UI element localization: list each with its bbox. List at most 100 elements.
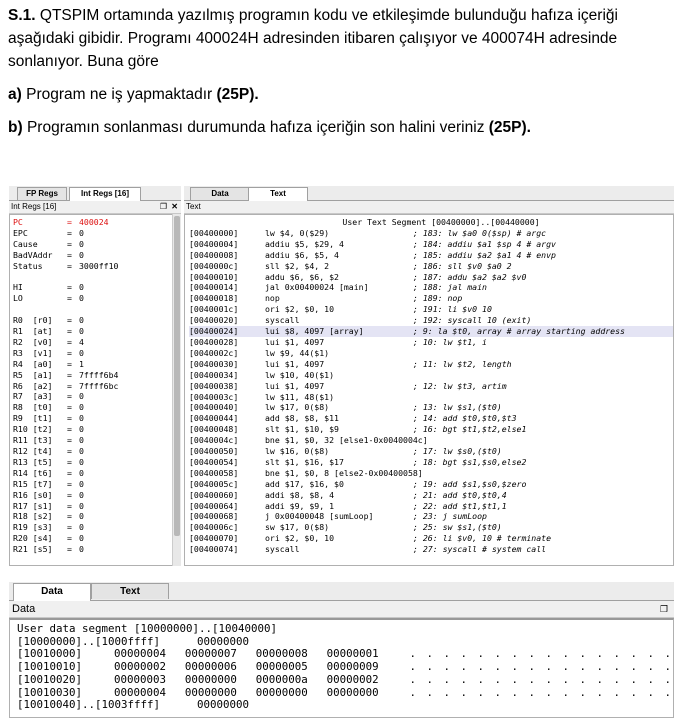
- register-row: HI = 0: [13, 282, 179, 293]
- tab-data-bottom[interactable]: Data: [13, 583, 91, 601]
- code-line[interactable]: [00400030] lui $1, 4097 ; 11: lw $t2, leng…: [189, 359, 673, 370]
- restore-icon[interactable]: ❐: [160, 201, 167, 213]
- code-comment: ; 16: bgt $t1,$t2,else1: [413, 424, 527, 435]
- code-line[interactable]: [00400040] lw $17, 0($8) ; 13: lw $s1,($t0…: [189, 402, 673, 413]
- register-equals: =: [67, 369, 72, 380]
- register-row: R19 [s3] = 0: [13, 522, 179, 533]
- code-instruction: ori $2, $0, 10: [265, 533, 335, 544]
- question-paragraph: S.1. QTSPIM ortamında yazılmış programın…: [8, 4, 673, 73]
- code-address: [00400034]: [189, 369, 239, 380]
- register-value: 0: [79, 249, 84, 260]
- register-equals: =: [67, 446, 72, 456]
- code-instruction: slt $1, $16, $17: [265, 456, 344, 467]
- data-value: 00000000: [255, 685, 308, 699]
- data-pane-title: Data ❐: [9, 601, 674, 618]
- code-line[interactable]: [00400060] addi $8, $8, 4 ; 21: add $t0,$t…: [189, 490, 673, 501]
- code-line[interactable]: [00400058] bne $1, $0, 8 [else2-0x0040005…: [189, 468, 673, 479]
- register-row: Status = 3000ff10: [13, 261, 179, 272]
- regs-pane-title: Int Regs [16] ❐ ✕: [9, 201, 181, 214]
- code-instruction: addiu $5, $29, 4: [265, 238, 344, 249]
- code-line[interactable]: [00400020] syscall ; 192: syscall 10 (exit…: [189, 315, 673, 326]
- code-instruction: addi $8, $8, 4: [265, 489, 335, 500]
- register-row: R6 [a2] = 7ffff6bc: [13, 381, 179, 392]
- code-address: [0040001c]: [189, 304, 239, 315]
- question-text: QTSPIM ortamında yazılmış programın kodu…: [8, 7, 618, 70]
- register-name: R3 [v1]: [13, 347, 53, 358]
- tab-fp-regs[interactable]: FP Regs: [17, 187, 67, 200]
- code-comment: ; 11: lw $t2, length: [413, 358, 512, 369]
- code-line[interactable]: [0040003c] lw $11, 48($1): [189, 392, 673, 403]
- code-address: [00400018]: [189, 293, 239, 304]
- code-instruction: add $8, $8, $11: [265, 413, 339, 424]
- part-b-text: Programın sonlanması durumunda hafıza iç…: [26, 119, 485, 136]
- code-comment: ; 19: add $s1,$s0,$zero: [413, 478, 527, 489]
- code-comment: ; 23: j sumLoop: [413, 511, 487, 522]
- register-equals: =: [67, 293, 72, 304]
- code-line[interactable]: [00400010] addu $6, $6, $2 ; 187: addu $a2…: [189, 272, 673, 283]
- register-name: LO: [13, 293, 23, 304]
- code-address: [0040002c]: [189, 347, 239, 358]
- code-line[interactable]: [00400008] addiu $6, $5, 4 ; 185: addiu $a…: [189, 250, 673, 261]
- register-row: R9 [t1] = 0: [13, 413, 179, 424]
- register-row: R13 [t5] = 0: [13, 457, 179, 468]
- code-instruction: lui $1, 4097: [265, 336, 325, 347]
- tab-text[interactable]: Text: [248, 187, 308, 202]
- register-equals: =: [67, 358, 72, 369]
- code-line[interactable]: [0040002c] lw $9, 44($1): [189, 348, 673, 359]
- code-line[interactable]: [00400000] lw $4, 0($29) ; 183: lw $a0 0($…: [189, 228, 673, 239]
- code-line[interactable]: [0040000c] sll $2, $4, 2 ; 186: sll $v0 $a…: [189, 261, 673, 272]
- code-comment: ; 18: bgt $s1,$s0,else2: [413, 456, 527, 467]
- code-line[interactable]: [00400068] j 0x00400048 [sumLoop] ; 23: j …: [189, 511, 673, 522]
- tab-data[interactable]: Data: [190, 187, 250, 200]
- restore-icon[interactable]: ❐: [660, 601, 668, 617]
- register-equals: =: [67, 478, 72, 489]
- register-value: 0: [79, 522, 84, 533]
- data-value: 00000002: [113, 660, 166, 674]
- regs-title: Int Regs [16]: [11, 202, 57, 211]
- code-line[interactable]: [00400034] lw $10, 40($1): [189, 370, 673, 381]
- regs-scrollbar[interactable]: [172, 214, 181, 566]
- code-comment: ; 27: syscall # system call: [413, 544, 547, 555]
- code-line[interactable]: [00400050] lw $16, 0($8) ; 17: lw $s0,($t0…: [189, 446, 673, 457]
- code-line[interactable]: [00400038] lui $1, 4097 ; 12: lw $t3, arti…: [189, 381, 673, 392]
- register-equals: =: [67, 413, 72, 424]
- register-row: [13, 272, 179, 283]
- code-line[interactable]: [0040004c] bne $1, $0, 32 [else1-0x004000…: [189, 435, 673, 446]
- code-address: [00400048]: [189, 424, 239, 435]
- code-line[interactable]: [00400044] add $8, $8, $11 ; 14: add $t0,$…: [189, 413, 673, 424]
- tab-int-regs[interactable]: Int Regs [16]: [69, 187, 141, 202]
- code-line-current[interactable]: [00400024] lui $8, 4097 [array] ; 9: la $t…: [189, 326, 673, 337]
- register-row: BadVAddr = 0: [13, 250, 179, 261]
- register-name: HI: [13, 282, 23, 293]
- data-ascii: . . . . . . . . . . . . . . . .: [409, 672, 673, 686]
- code-line[interactable]: [00400074] syscall ; 27: syscall # system …: [189, 544, 673, 555]
- regs-scroll-thumb[interactable]: [174, 216, 180, 536]
- code-comment: ; 9: la $t0, array # array starting addr…: [413, 326, 625, 337]
- register-name: R9 [t1]: [13, 413, 53, 424]
- code-line[interactable]: [00400070] ori $2, $0, 10 ; 26: li $v0, 10…: [189, 533, 673, 544]
- code-line[interactable]: [0040005c] add $17, $16, $0 ; 19: add $s1,…: [189, 479, 673, 490]
- code-line[interactable]: [00400014] jal 0x00400024 [main] ; 188: ja…: [189, 282, 673, 293]
- text-tabbar: Data Text: [184, 186, 674, 202]
- code-line[interactable]: [0040001c] ori $2, $0, 10 ; 191: li $v0 10: [189, 304, 673, 315]
- close-icon[interactable]: ✕: [171, 201, 178, 213]
- tab-text-bottom[interactable]: Text: [91, 583, 169, 599]
- code-line[interactable]: [00400048] slt $1, $10, $9 ; 16: bgt $t1,$…: [189, 424, 673, 435]
- code-address: [00400010]: [189, 271, 239, 282]
- register-row: R21 [s5] = 0: [13, 544, 179, 555]
- register-row: R5 [a1] = 7ffff6b4: [13, 370, 179, 381]
- code-line[interactable]: [0040006c] sw $17, 0($8) ; 25: sw $s1,($t0…: [189, 522, 673, 533]
- registers-list: PC = 400024 EPC = 0 Cause = 0 BadVAddr = 0 Status = 30…: [9, 214, 180, 566]
- code-comment: ; 187: addu $a2 $a2 $v0: [413, 271, 527, 282]
- code-address: [0040000c]: [189, 260, 239, 271]
- code-line[interactable]: [00400004] addiu $5, $29, 4 ; 184: addiu $…: [189, 239, 673, 250]
- code-instruction: lw $16, 0($8): [265, 446, 330, 457]
- code-line[interactable]: [00400028] lui $1, 4097 ; 10: lw $t1, i: [189, 337, 673, 348]
- code-line[interactable]: [00400018] nop ; 189: nop: [189, 293, 673, 304]
- code-instruction: addu $6, $6, $2: [265, 271, 339, 282]
- code-line[interactable]: [00400064] addi $9, $9, 1 ; 22: add $t1,$t…: [189, 501, 673, 512]
- register-name: PC: [13, 217, 23, 227]
- data-value: 00000005: [255, 660, 308, 674]
- code-line[interactable]: [00400054] slt $1, $16, $17 ; 18: bgt $s1,…: [189, 457, 673, 468]
- code-comment: ; 22: add $t1,$t1,1: [413, 500, 507, 511]
